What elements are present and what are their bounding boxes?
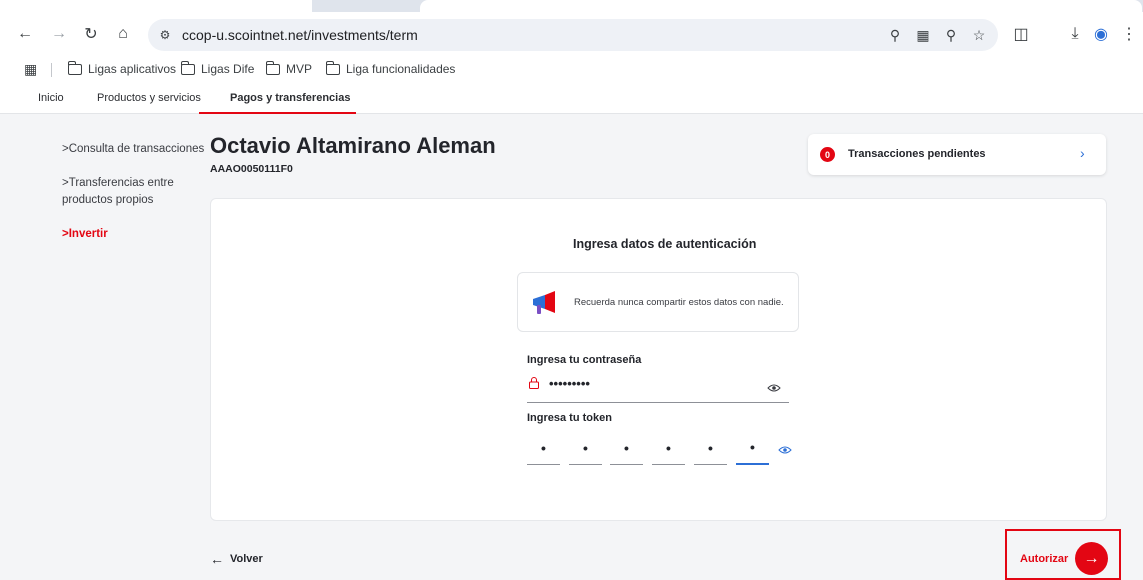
pending-label: Transacciones pendientes — [848, 148, 986, 160]
location-pin-icon[interactable]: ⚲ — [886, 26, 904, 44]
auth-title: Ingresa datos de autenticación — [573, 237, 757, 251]
bookmark-mvp[interactable]: MVP — [265, 60, 312, 78]
menu-kebab-icon[interactable]: ⋮ — [1118, 23, 1140, 45]
password-field[interactable]: ••••••••• — [527, 373, 789, 403]
sidebar-item-consulta[interactable]: >Consulta de transacciones — [62, 141, 204, 158]
password-label: Ingresa tu contraseña — [527, 354, 642, 366]
reload-icon[interactable]: ↻ — [80, 23, 102, 45]
folder-icon — [265, 60, 280, 75]
sidebar-item-invertir[interactable]: >Invertir — [62, 226, 108, 243]
tab[interactable] — [0, 0, 312, 12]
bookmark-ligas-dife[interactable]: Ligas Dife — [180, 60, 254, 78]
arrow-right-icon: → — [1083, 549, 1100, 567]
browser-chrome: ← → ↻ ⌂ ⚙ ccop-u.scointnet.net/investmen… — [0, 0, 1143, 86]
password-value: ••••••••• — [549, 376, 590, 391]
pending-transactions-card[interactable]: 0 Transacciones pendientes › — [808, 134, 1106, 175]
nav-productos-y-servicios[interactable]: Productos y servicios — [97, 92, 201, 104]
token-eye-icon[interactable] — [778, 445, 792, 455]
authorize-button[interactable]: → — [1075, 542, 1108, 575]
zoom-icon[interactable]: ⚲ — [942, 26, 960, 44]
token-digit-1[interactable]: • — [527, 431, 560, 465]
back-button[interactable]: ← Volver — [210, 551, 263, 567]
site-top-nav: Inicio Productos y servicios Pagos y tra… — [0, 86, 1143, 114]
profile-icon[interactable]: ◉ — [1090, 23, 1112, 45]
tab-strip — [0, 0, 1143, 12]
token-digit-6[interactable]: • — [736, 431, 769, 465]
token-digit-2[interactable]: • — [569, 431, 602, 465]
browser-toolbar: ← → ↻ ⌂ ⚙ ccop-u.scointnet.net/investmen… — [0, 15, 1143, 53]
nav-pagos-y-transferencias[interactable]: Pagos y transferencias — [230, 92, 350, 104]
arrow-left-icon: ← — [210, 551, 224, 567]
security-notice: Recuerda nunca compartir estos datos con… — [517, 272, 799, 332]
sidebar-item-transferencias[interactable]: >Transferencias entre productos propios — [62, 175, 182, 209]
page-title: Octavio Altamirano Aleman — [210, 133, 496, 158]
forward-arrow-icon[interactable]: → — [48, 23, 70, 45]
bookmark-ligas-aplicativos[interactable]: Ligas aplicativos — [67, 60, 176, 78]
folder-icon — [325, 60, 340, 75]
authorize-highlight: Autorizar → — [1005, 529, 1121, 580]
active-nav-indicator — [199, 112, 356, 114]
home-icon[interactable]: ⌂ — [112, 23, 134, 45]
back-arrow-icon[interactable]: ← — [14, 23, 36, 45]
eye-icon[interactable] — [767, 383, 781, 393]
url-text[interactable]: ccop-u.scointnet.net/investments/term — [182, 27, 418, 43]
lock-icon — [529, 377, 539, 389]
bookmark-liga-funcionalidades[interactable]: Liga funcionalidades — [325, 60, 455, 78]
notice-text: Recuerda nunca compartir estos datos con… — [574, 297, 784, 308]
translate-icon[interactable]: ▦ — [914, 26, 932, 44]
token-digit-4[interactable]: • — [652, 431, 685, 465]
tab-active[interactable] — [420, 0, 1142, 12]
download-icon[interactable]: ⤓ — [1064, 23, 1086, 45]
user-id: AAAO0050111F0 — [210, 163, 293, 175]
bookmarks-separator — [51, 63, 52, 77]
megaphone-icon — [533, 291, 555, 314]
apps-grid-icon[interactable]: ▦ — [24, 60, 37, 78]
folder-icon — [180, 60, 195, 75]
site-info-icon[interactable]: ⚙ — [156, 26, 174, 44]
star-icon[interactable]: ☆ — [970, 26, 988, 44]
folder-icon — [67, 60, 82, 75]
bookmarks-bar: ▦ Ligas aplicativos Ligas Dife MVP Liga … — [0, 55, 1143, 83]
authorize-label[interactable]: Autorizar — [1020, 553, 1068, 565]
nav-inicio[interactable]: Inicio — [38, 92, 64, 104]
address-bar[interactable]: ⚙ ccop-u.scointnet.net/investments/term … — [148, 19, 998, 51]
pending-count-badge: 0 — [820, 147, 835, 162]
token-digit-5[interactable]: • — [694, 431, 727, 465]
token-label: Ingresa tu token — [527, 412, 612, 424]
token-digit-3[interactable]: • — [610, 431, 643, 465]
extensions-icon[interactable]: ◫ — [1010, 23, 1032, 45]
chevron-right-icon[interactable]: › — [1080, 145, 1085, 161]
